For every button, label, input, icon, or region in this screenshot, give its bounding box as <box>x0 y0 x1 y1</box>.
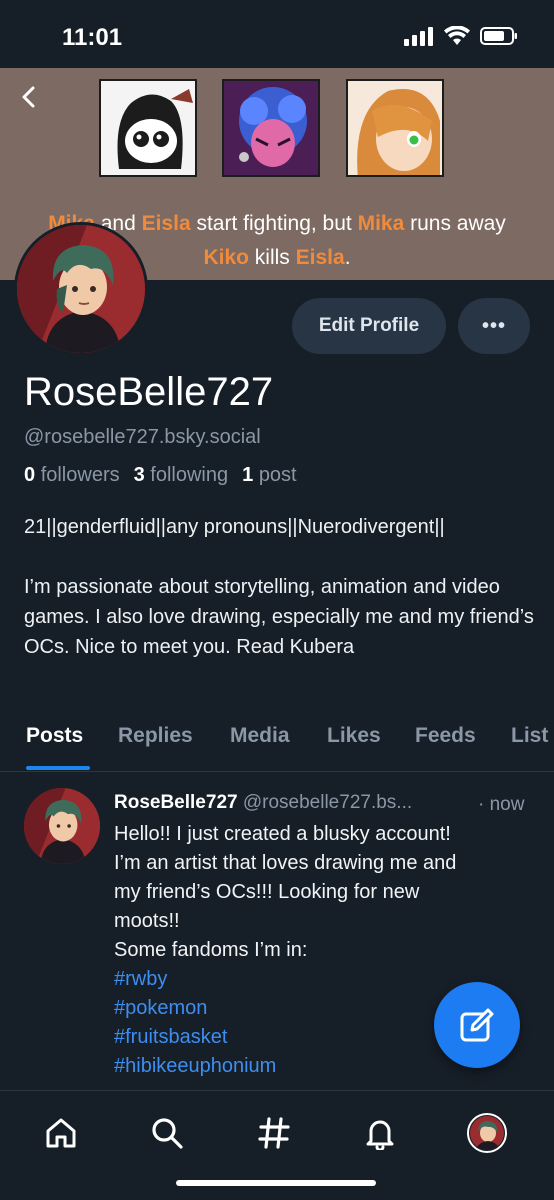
post-text-line: my friend’s OCs!!! Looking for new <box>114 881 420 903</box>
tab-likes[interactable]: Likes <box>327 724 381 748</box>
banner-panel-3 <box>346 79 444 177</box>
profile-avatar[interactable] <box>14 222 148 356</box>
tab-replies[interactable]: Replies <box>118 724 193 748</box>
caption-text: start fighting, but <box>190 212 358 235</box>
followers-stat[interactable]: 0 followers <box>24 464 120 487</box>
caption-text: kills <box>248 246 296 269</box>
wifi-icon <box>444 26 470 45</box>
profile-avatar-icon <box>467 1113 507 1153</box>
home-indicator <box>176 1180 376 1186</box>
profile-handle: @rosebelle727.bsky.social <box>24 426 261 448</box>
tab-lists[interactable]: List <box>511 724 548 748</box>
display-name: RoseBelle727 <box>24 370 274 414</box>
post-text-line: Some fandoms I’m in: <box>114 939 308 961</box>
compose-icon <box>460 1008 494 1042</box>
following-label: following <box>150 464 229 486</box>
active-tab-indicator <box>26 766 90 770</box>
post-author-avatar[interactable] <box>24 788 100 864</box>
banner-panel-1 <box>99 79 197 177</box>
hashtag-icon <box>258 1117 290 1149</box>
post-header: RoseBelle727 @rosebelle727.bs... <box>114 792 412 814</box>
profile-stats: 0 followers 3 following 1 post <box>24 464 297 487</box>
following-stat[interactable]: 3 following <box>134 464 229 487</box>
home-icon <box>46 1118 76 1148</box>
followers-label: followers <box>40 464 120 486</box>
nav-profile[interactable] <box>465 1111 509 1155</box>
caption-name: Eisla <box>141 212 191 235</box>
chevron-left-icon <box>22 86 35 108</box>
posts-stat: 1 post <box>242 464 297 487</box>
battery-icon <box>480 27 517 45</box>
nav-notifications[interactable] <box>358 1111 402 1155</box>
bell-icon <box>366 1120 394 1150</box>
post-author-name[interactable]: RoseBelle727 <box>114 792 238 813</box>
caption-name: Mika <box>357 212 405 235</box>
post-author-handle[interactable]: @rosebelle727.bs... <box>243 792 412 813</box>
caption-name: Kiko <box>203 246 249 269</box>
avatar-image <box>17 225 145 353</box>
status-icons <box>404 26 518 46</box>
signal-icon <box>404 27 433 46</box>
post-text-line: Hello!! I just created a blusky account! <box>114 823 451 845</box>
followers-count: 0 <box>24 464 36 486</box>
caption-text: . <box>344 246 351 269</box>
nav-search[interactable] <box>145 1111 189 1155</box>
compose-button[interactable] <box>434 982 520 1068</box>
edit-profile-button[interactable]: Edit Profile <box>292 298 446 354</box>
tab-posts[interactable]: Posts <box>26 724 83 748</box>
tab-media[interactable]: Media <box>230 724 290 748</box>
posts-label: post <box>258 464 297 486</box>
status-bar: 11:01 <box>0 0 554 68</box>
avatar-image <box>24 788 100 864</box>
post-timestamp: · now <box>478 794 525 815</box>
profile-tabs: Posts Replies Media Likes Feeds List <box>0 716 554 772</box>
caption-text: runs away <box>404 212 506 235</box>
back-button[interactable] <box>14 82 44 112</box>
bio-line1: 21||genderfluid||any pronouns||Nuerodive… <box>24 516 445 538</box>
tab-feeds[interactable]: Feeds <box>415 724 476 748</box>
post-text-line: I’m an artist that loves drawing me and <box>114 852 457 874</box>
nav-home[interactable] <box>39 1111 83 1155</box>
caption-name: Eisla <box>295 246 345 269</box>
following-count: 3 <box>133 464 145 486</box>
posts-count: 1 <box>242 464 254 486</box>
post-text-line: moots!! <box>114 910 180 932</box>
bio-line2: I’m passionate about storytelling, anima… <box>24 576 534 658</box>
status-time: 11:01 <box>62 24 123 51</box>
search-icon <box>152 1118 183 1149</box>
banner-panel-2 <box>222 79 320 177</box>
nav-feeds[interactable] <box>252 1111 296 1155</box>
profile-bio: 21||genderfluid||any pronouns||Nuerodive… <box>24 512 539 662</box>
more-options-button[interactable]: ••• <box>458 298 530 354</box>
